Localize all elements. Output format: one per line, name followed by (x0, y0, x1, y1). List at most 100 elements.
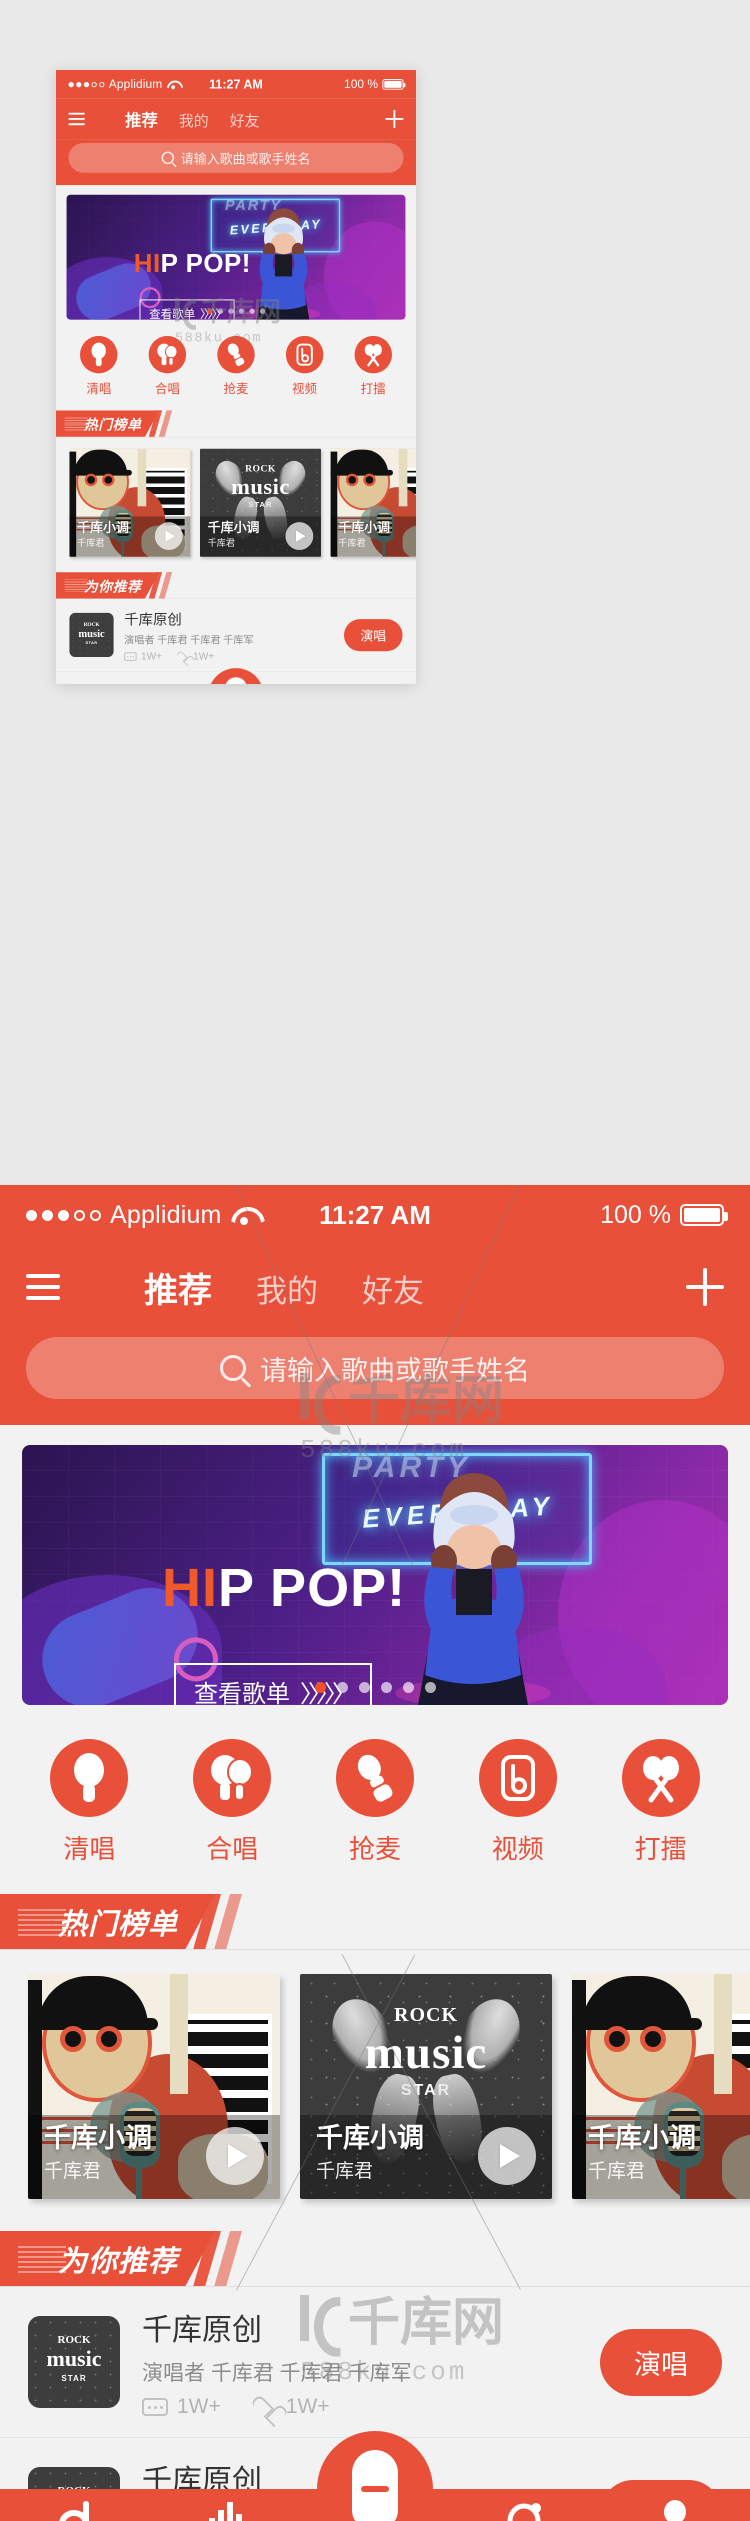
category-battle[interactable]: 打擂 (589, 1739, 732, 1866)
signal-strength-dots (26, 1209, 101, 1221)
play-icon[interactable] (478, 2127, 536, 2185)
category-battle[interactable]: 打擂 (339, 335, 408, 397)
section-rule (0, 1949, 750, 1950)
tab-recommend[interactable]: 推荐 (125, 107, 158, 131)
like-count-value: 1W+ (193, 650, 215, 662)
list-item-stats: 1W+ 1W+ (124, 651, 333, 663)
tab-mine-bottom[interactable]: 我的 (600, 2499, 750, 2521)
section-header-recommend: 为你推荐 (0, 2231, 750, 2287)
hamburger-menu-icon[interactable] (26, 1274, 60, 1300)
category-grab-mic[interactable]: 抢麦 (202, 335, 271, 397)
sing-button[interactable]: 演唱 (600, 2328, 722, 2396)
tab-mine[interactable]: 我的 (179, 109, 209, 131)
thumb-star-text: STAR (85, 640, 98, 646)
plus-icon[interactable] (385, 109, 404, 129)
search-bar-container: 请输入歌曲或歌手姓名 (56, 139, 416, 186)
carrier-label: Applidium (108, 77, 163, 91)
hot-card-title: 千库小调 (44, 2123, 152, 2153)
banner-carousel-container: PARTY EVERY DAY HIP POP! 查看歌单 〉〉〉〉〉 (56, 185, 416, 320)
video-b-icon (285, 335, 324, 374)
banner-carousel[interactable]: PARTY EVERY DAY HIP POP! 查看歌单 〉〉〉〉〉 (66, 194, 406, 320)
card-art-rock-text: ROCK (245, 463, 276, 474)
bar-chart-icon (206, 2500, 244, 2521)
category-grab-mic[interactable]: 抢麦 (304, 1739, 447, 1866)
like-count-stat: 1W+ (255, 2395, 330, 2419)
category-video[interactable]: 视频 (270, 335, 339, 397)
thumb-star-text: STAR (61, 2374, 87, 2383)
list-item[interactable]: ROCK music STAR 千库原创 演唱者 千库君 千库君 千库军 1W+… (0, 2287, 750, 2438)
list-item-info: 千库原创 演唱者 千库君 千库君 千库军 1W+ 1W+ (124, 608, 333, 663)
search-input[interactable]: 请输入歌曲或歌手姓名 (68, 142, 404, 173)
list-item[interactable]: ROCK music STAR 千库原创 演唱者 千库君 千库君 千库军 1W+… (56, 599, 416, 672)
sing-button[interactable]: 演唱 (344, 618, 403, 652)
thumb-music-text: music (78, 627, 105, 640)
hot-card-artist: 千库君 (44, 2161, 102, 2182)
section-noise-decoration (18, 1908, 66, 1936)
carousel-dots[interactable] (22, 1682, 728, 1693)
tab-friends[interactable]: 好友 (230, 109, 260, 131)
thumb-rock-text: ROCK (57, 2334, 91, 2346)
battery-full-icon (680, 1204, 728, 1226)
banner-headline-accent: HI (133, 249, 161, 278)
tab-discover[interactable]: 发现 (450, 2500, 600, 2521)
section-header-hot-list: 热门榜单 (0, 1894, 750, 1950)
play-icon[interactable] (285, 522, 314, 550)
category-chorus[interactable]: 合唱 (161, 1739, 304, 1866)
play-count-icon (142, 2398, 168, 2416)
category-video[interactable]: 视频 (446, 1739, 589, 1866)
hot-card-title: 千库小调 (207, 520, 260, 535)
play-icon[interactable] (206, 2127, 264, 2185)
top-nav-bar: 推荐 我的 好友 (0, 1245, 750, 1329)
search-input[interactable]: 请输入歌曲或歌手姓名 (26, 1337, 724, 1399)
tab-friends[interactable]: 好友 (362, 1266, 424, 1311)
person-icon (656, 2499, 694, 2521)
category-solo[interactable]: 清唱 (18, 1739, 161, 1866)
battery-percent-label: 100 % (344, 77, 379, 91)
hot-card[interactable]: 千库小调 千库君 (28, 1974, 280, 2199)
banner-headline-accent: HI (162, 1558, 218, 1618)
section-noise-decoration (64, 578, 88, 593)
hamburger-menu-icon[interactable] (68, 112, 85, 126)
hot-card[interactable]: 千库小调 千库君 (330, 448, 416, 557)
hot-list-card-row[interactable]: 千库小调 千库君 ROCK music STAR 千库小调 千库君 千库小调 千… (56, 437, 416, 570)
carousel-dots[interactable] (67, 308, 406, 314)
search-placeholder: 请输入歌曲或歌手姓名 (180, 151, 311, 167)
play-count-icon (124, 652, 137, 661)
category-solo-label: 清唱 (63, 1834, 116, 1864)
wifi-icon (167, 80, 179, 90)
play-icon[interactable] (154, 522, 183, 550)
video-b-icon (478, 1739, 557, 1817)
discover-icon (506, 2500, 544, 2521)
app-screen: Applidium 11:27 AM 100 % 推荐 我的 好友 请输入歌曲或… (0, 1185, 750, 2521)
card-art-star-text: STAR (248, 500, 273, 509)
heart-icon (255, 2397, 277, 2417)
hot-card-artist: 千库君 (207, 538, 236, 549)
section-title-hot-list: 热门榜单 (58, 1909, 179, 1941)
grab-mic-icon (335, 1739, 414, 1817)
hot-card[interactable]: 千库小调 千库君 (69, 448, 191, 557)
banner-headline-rest: P POP! (160, 249, 251, 278)
duet-mic-icon (193, 1739, 272, 1817)
like-count-stat: 1W+ (178, 651, 214, 663)
plus-icon[interactable] (686, 1268, 724, 1306)
search-placeholder: 请输入歌曲或歌手姓名 (260, 1355, 530, 1386)
hot-card-title: 千库小调 (316, 2123, 424, 2153)
hot-card[interactable]: ROCK music STAR 千库小调 千库君 (200, 448, 321, 557)
tab-mine[interactable]: 我的 (256, 1266, 318, 1311)
hot-card[interactable]: 千库小调 千库君 (572, 1974, 750, 2199)
category-video-label: 视频 (292, 381, 318, 396)
hot-card[interactable]: ROCK music STAR 千库小调 千库君 (300, 1974, 552, 2199)
tab-ranking[interactable]: 排行 (150, 2500, 300, 2521)
category-solo[interactable]: 清唱 (65, 335, 134, 397)
tab-recommend[interactable]: 推荐 (144, 1263, 212, 1312)
album-art-thumbnail: ROCK music STAR (69, 612, 114, 658)
category-battle-label: 打擂 (360, 381, 386, 396)
tab-home[interactable]: 首页 (0, 2500, 150, 2521)
solo-mic-icon (80, 335, 118, 374)
hot-list-card-row[interactable]: 千库小调 千库君 ROCK music STAR 千库小调 千库君 千库小调 千… (0, 1950, 750, 2225)
category-chorus[interactable]: 合唱 (133, 335, 202, 397)
status-bar-right: 100 % (344, 77, 406, 91)
search-icon (220, 1355, 246, 1381)
section-title-hot-list: 热门榜单 (83, 417, 142, 433)
list-item-info: 千库原创 演唱者 千库君 千库君 千库军 1W+ 1W+ (142, 2305, 578, 2419)
